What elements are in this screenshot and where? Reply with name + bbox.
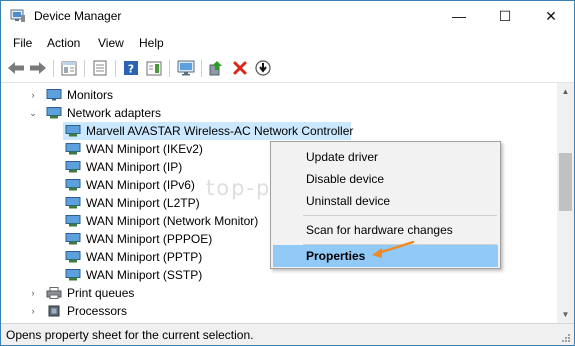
tree-label: WAN Miniport (SSTP)	[86, 268, 203, 282]
expand-arrow-icon[interactable]: ›	[28, 302, 38, 320]
network-adapter-icon	[65, 197, 81, 209]
scroll-thumb[interactable]	[559, 153, 572, 211]
menu-bar: File Action View Help	[1, 32, 574, 54]
window-title: Device Manager	[34, 9, 122, 23]
printer-icon	[46, 287, 62, 299]
back-icon[interactable]	[6, 58, 26, 78]
processor-icon	[48, 305, 60, 317]
resize-grip-icon[interactable]	[561, 333, 571, 343]
help-icon[interactable]: ?	[121, 58, 141, 78]
monitor-scan-icon[interactable]	[176, 58, 196, 78]
menu-view[interactable]: View	[98, 36, 124, 50]
update-driver-icon[interactable]	[206, 58, 226, 78]
disable-device-menu-item[interactable]: Disable device	[273, 168, 498, 190]
tree-label: Print queues	[67, 286, 135, 300]
device-manager-window: Device Manager — ☐ ✕ File Action View He…	[0, 0, 575, 346]
toolbar-separator	[169, 60, 170, 77]
menu-separator	[303, 215, 497, 216]
network-adapter-icon	[65, 143, 81, 155]
forward-icon[interactable]	[28, 58, 48, 78]
tree-node-adapter-selected[interactable]: Marvell AVASTAR Wireless-AC Network Cont…	[63, 122, 354, 140]
network-adapter-icon	[46, 107, 62, 119]
device-manager-icon	[10, 9, 25, 22]
update-driver-menu-item[interactable]: Update driver	[273, 146, 498, 168]
tree-label: WAN Miniport (PPPOE)	[86, 232, 213, 246]
toolbar-separator	[53, 60, 54, 77]
tree-label: Marvell AVASTAR Wireless-AC Network Cont…	[86, 124, 354, 138]
monitor-icon	[46, 89, 62, 101]
tree-label: Network adapters	[67, 106, 162, 120]
svg-text:?: ?	[128, 63, 134, 76]
expand-arrow-icon[interactable]: ›	[28, 86, 38, 104]
tree-label: WAN Miniport (IKEv2)	[86, 142, 203, 156]
toolbar-separator	[84, 60, 85, 77]
tree-label: WAN Miniport (Network Monitor)	[86, 214, 259, 228]
title-bar[interactable]: Device Manager — ☐ ✕	[1, 1, 574, 32]
uninstall-icon[interactable]	[230, 58, 250, 78]
status-text: Opens property sheet for the current sel…	[6, 328, 254, 342]
menu-action[interactable]: Action	[47, 36, 80, 50]
tree-node-print-queues[interactable]: › Print queues	[1, 284, 541, 302]
action-pane-icon[interactable]	[144, 58, 164, 78]
tree-label: WAN Miniport (L2TP)	[86, 196, 200, 210]
network-adapter-icon	[65, 251, 81, 263]
network-adapter-icon	[65, 215, 81, 227]
uninstall-device-menu-item[interactable]: Uninstall device	[273, 190, 498, 212]
tree-node-adapter[interactable]: WAN Miniport (IKEv2)	[63, 140, 283, 158]
network-adapter-icon	[65, 125, 81, 137]
scan-hardware-menu-item[interactable]: Scan for hardware changes	[273, 219, 498, 241]
vertical-scrollbar[interactable]: ▲ ▼	[557, 83, 574, 323]
menu-help[interactable]: Help	[139, 36, 164, 50]
disable-device-icon[interactable]	[253, 58, 273, 78]
scroll-down-icon[interactable]: ▼	[557, 306, 574, 323]
toolbar: ?	[1, 54, 574, 83]
annotation-arrow-icon	[372, 240, 415, 258]
close-button[interactable]: ✕	[528, 1, 574, 32]
tree-node-network-adapters[interactable]: ⌄ Network adapters	[1, 104, 541, 122]
network-adapter-icon	[65, 269, 81, 281]
network-adapter-icon	[65, 179, 81, 191]
properties-sheet-icon[interactable]	[90, 58, 110, 78]
tree-label: WAN Miniport (IPv6)	[86, 178, 195, 192]
network-adapter-icon	[65, 233, 81, 245]
tree-node-adapter[interactable]: WAN Miniport (Network Monitor)	[63, 212, 283, 230]
status-bar: Opens property sheet for the current sel…	[1, 323, 574, 345]
maximize-button[interactable]: ☐	[482, 1, 528, 32]
tree-node-monitors[interactable]: › Monitors	[1, 86, 541, 104]
scroll-up-icon[interactable]: ▲	[557, 83, 574, 100]
tree-node-adapter[interactable]: WAN Miniport (IP)	[63, 158, 283, 176]
network-adapter-icon	[65, 161, 81, 173]
tree-node-processors[interactable]: › Processors	[1, 302, 541, 320]
minimize-button[interactable]: —	[436, 1, 482, 32]
tree-label: WAN Miniport (IP)	[86, 160, 183, 174]
tree-label: Processors	[67, 304, 128, 318]
tree-label: Monitors	[67, 88, 114, 102]
show-hide-console-tree-icon[interactable]	[59, 58, 79, 78]
toolbar-separator	[115, 60, 116, 77]
collapse-arrow-icon[interactable]: ⌄	[28, 104, 38, 122]
toolbar-separator	[201, 60, 202, 77]
tree-label: WAN Miniport (PPTP)	[86, 250, 203, 264]
menu-file[interactable]: File	[13, 36, 32, 50]
tree-node-adapter[interactable]: WAN Miniport (SSTP)	[63, 266, 283, 284]
expand-arrow-icon[interactable]: ›	[28, 284, 38, 302]
tree-node-adapter[interactable]: WAN Miniport (PPPOE)	[63, 230, 283, 248]
tree-node-adapter[interactable]: WAN Miniport (PPTP)	[63, 248, 283, 266]
